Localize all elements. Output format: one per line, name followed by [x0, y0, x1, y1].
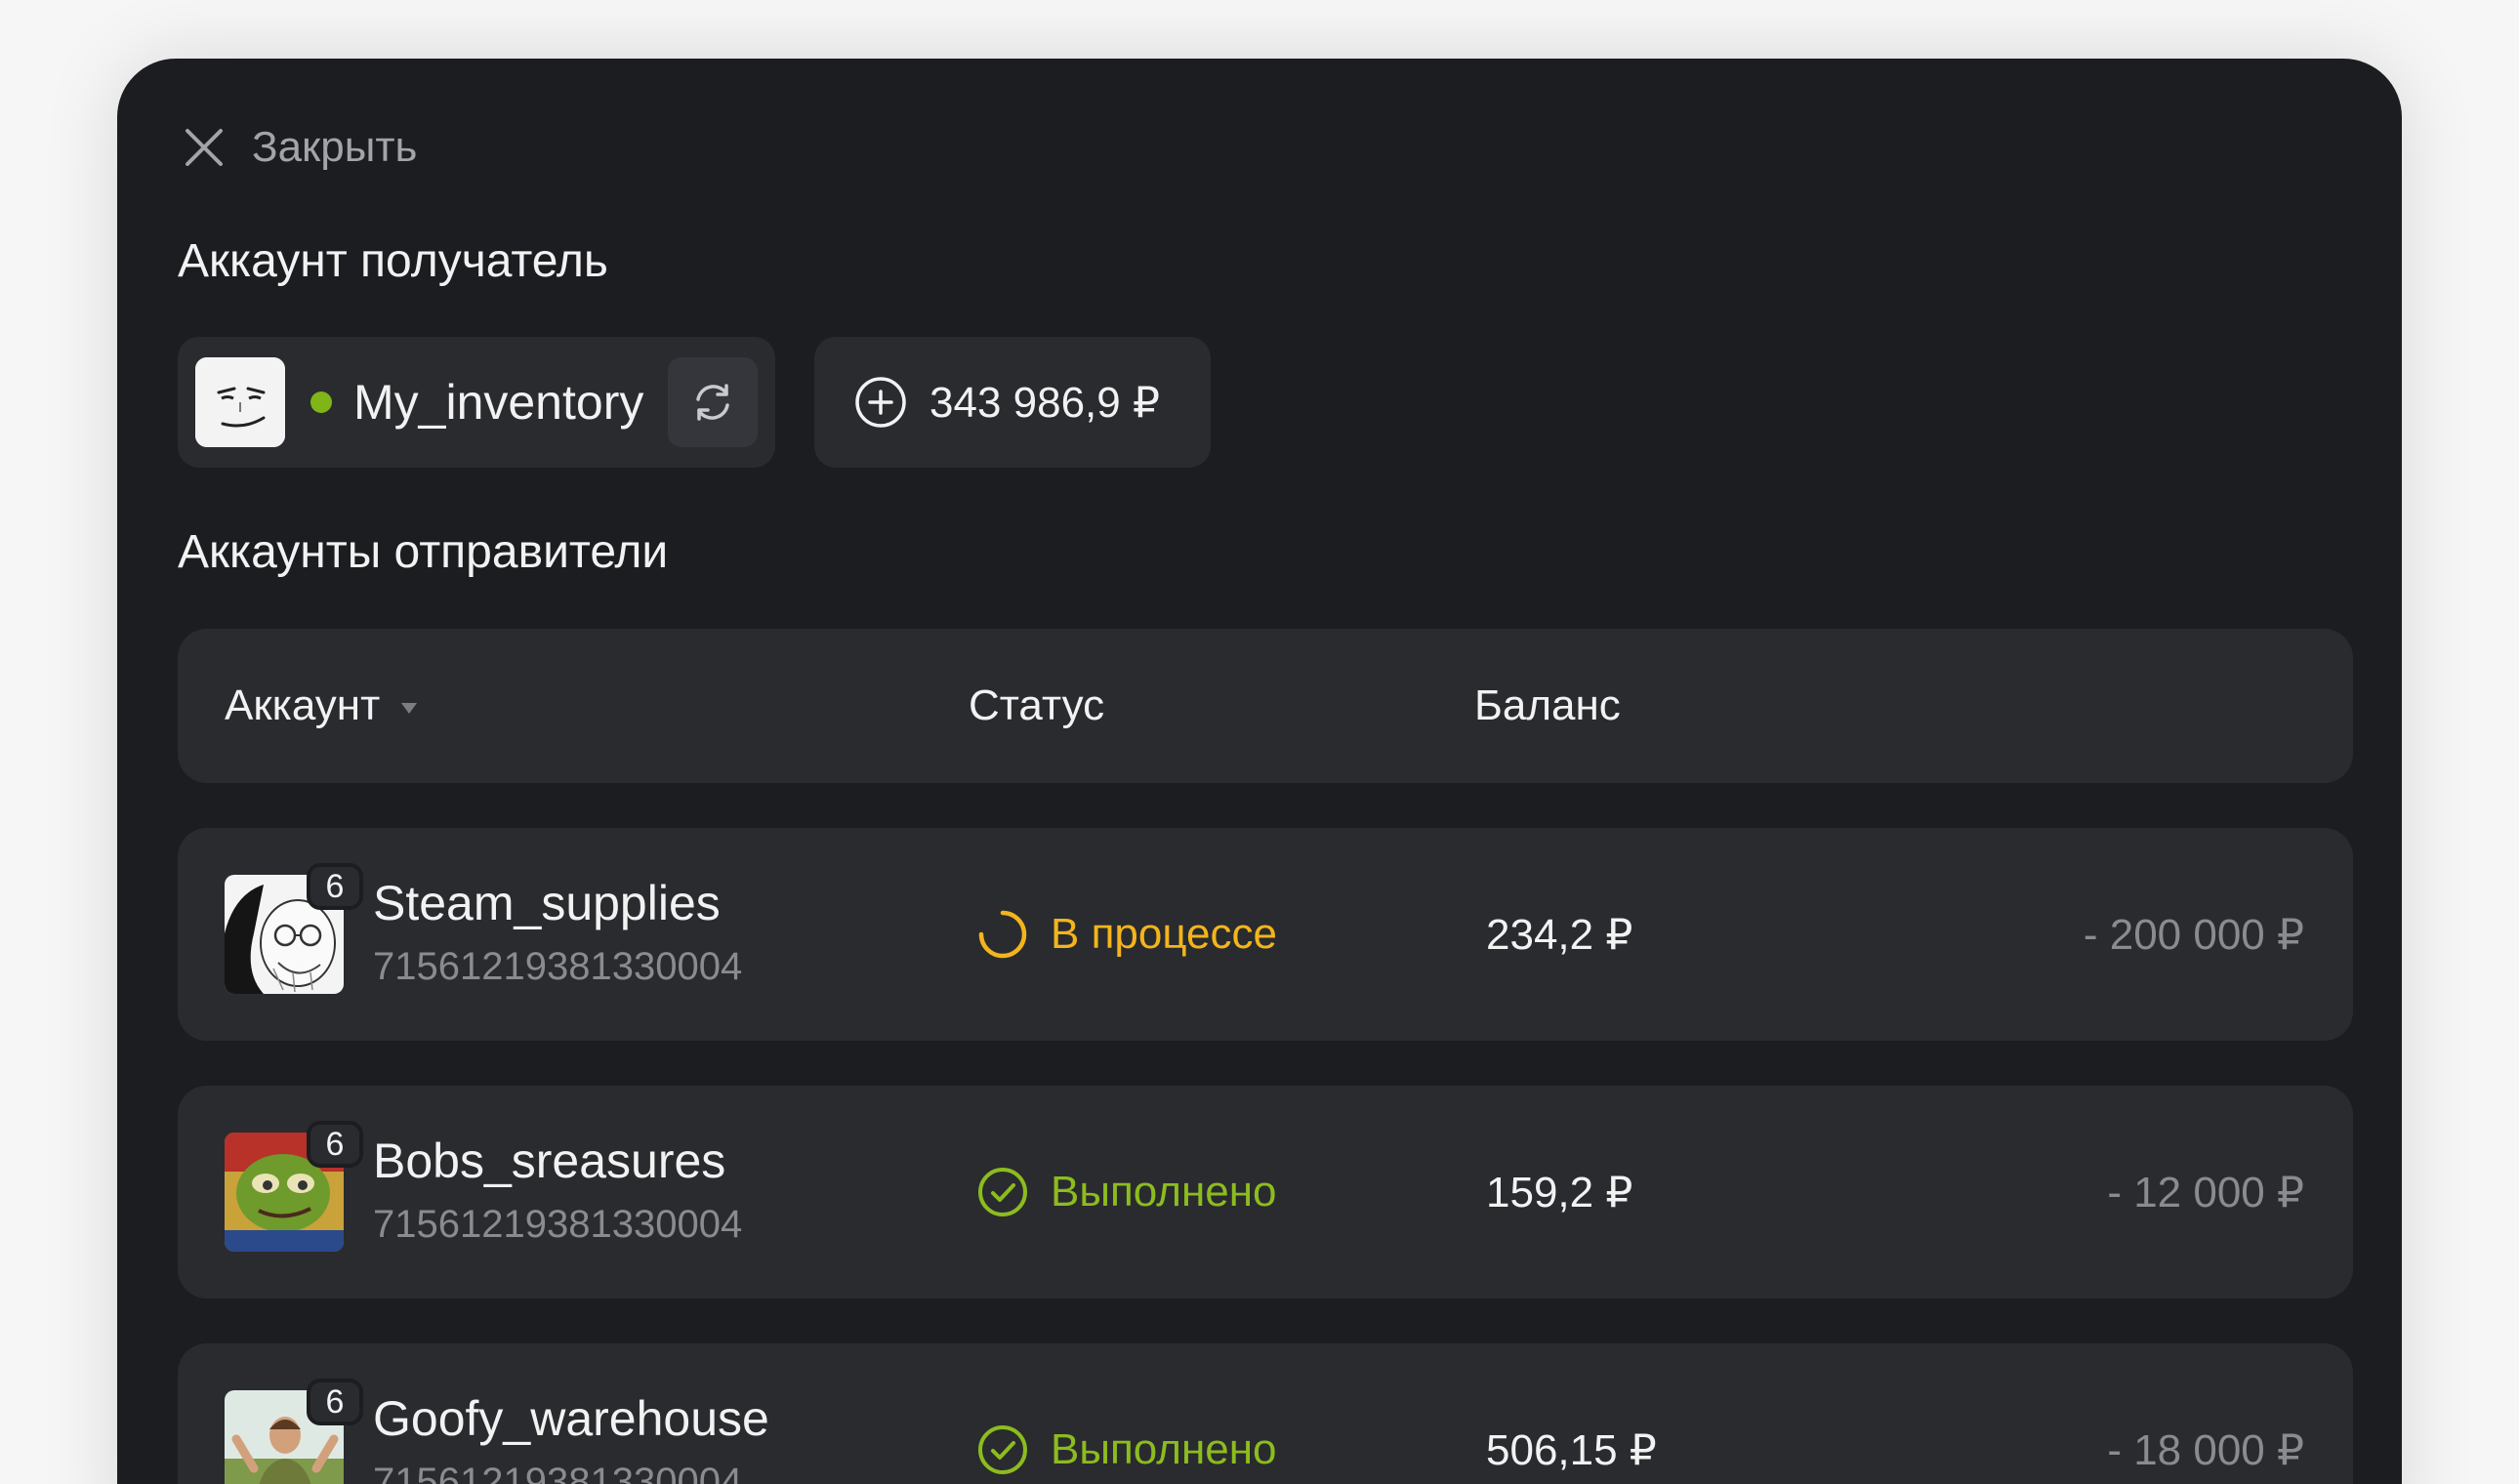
row-balance: 159,2 ₽ [1486, 1168, 1633, 1216]
recipient-account-name: My_inventory [353, 375, 644, 430]
recipient-account-card[interactable]: My_inventory [178, 337, 775, 468]
avatar-face-icon [195, 357, 285, 447]
transfer-panel: Закрыть Аккаунт получатель My_inventory [117, 59, 2402, 1484]
row-amount: - 18 000 ₽ [2107, 1425, 2304, 1474]
table-row[interactable]: 6 Goofy_warehouse 71561219381330004 Выпо… [178, 1343, 2353, 1484]
row-account-name: Bobs_sreasures [373, 1134, 726, 1188]
row-account-id: 71561219381330004 [373, 945, 743, 988]
check-circle-icon [978, 1425, 1027, 1474]
sort-caret-icon [401, 702, 418, 714]
status-badge: Выполнено [976, 1343, 1277, 1484]
online-status-dot [310, 392, 332, 413]
row-amount: - 12 000 ₽ [2107, 1168, 2304, 1216]
senders-title: Аккаунты отправители [178, 526, 669, 578]
status-badge: Выполнено [976, 1086, 1277, 1298]
row-balance: 234,2 ₽ [1486, 910, 1633, 959]
column-header-account[interactable]: Аккаунт [225, 629, 418, 783]
column-header-balance: Баланс [1474, 681, 1621, 729]
close-icon [186, 129, 223, 166]
add-balance-button[interactable]: 343 986,9 ₽ [814, 337, 1211, 468]
check-circle-icon [978, 1168, 1027, 1216]
row-account-id: 71561219381330004 [373, 1461, 743, 1484]
avatar [195, 357, 285, 447]
count-badge: 6 [307, 1121, 363, 1168]
close-button[interactable]: Закрыть [182, 123, 417, 172]
close-label: Закрыть [252, 123, 418, 171]
row-balance: 506,15 ₽ [1486, 1425, 1657, 1474]
status-badge: В процессе [976, 828, 1277, 1041]
status-label: Выполнено [1051, 1425, 1277, 1473]
count-badge: 6 [307, 1379, 363, 1425]
table-row[interactable]: 6 Bobs_sreasures 71561219381330004 Выпол… [178, 1086, 2353, 1298]
recipient-title: Аккаунт получатель [178, 235, 608, 287]
refresh-icon [696, 384, 729, 421]
table-row[interactable]: 6 Steam_supplies 71561219381330004 В про… [178, 828, 2353, 1041]
row-account-id: 71561219381330004 [373, 1203, 743, 1246]
senders-table-header: Аккаунт Статус Баланс [178, 629, 2353, 783]
column-header-status: Статус [969, 681, 1105, 729]
status-label: В процессе [1051, 910, 1277, 958]
status-label: Выполнено [1051, 1168, 1277, 1216]
column-header-account-label: Аккаунт [225, 681, 381, 729]
row-amount: - 200 000 ₽ [2083, 910, 2304, 959]
row-account-name: Goofy_warehouse [373, 1391, 769, 1446]
refresh-button[interactable] [668, 357, 758, 447]
recipient-balance: 343 986,9 ₽ [929, 378, 1160, 427]
plus-circle-icon [855, 377, 906, 428]
spinner-icon [978, 910, 1027, 959]
count-badge: 6 [307, 863, 363, 910]
row-account-name: Steam_supplies [373, 876, 721, 930]
